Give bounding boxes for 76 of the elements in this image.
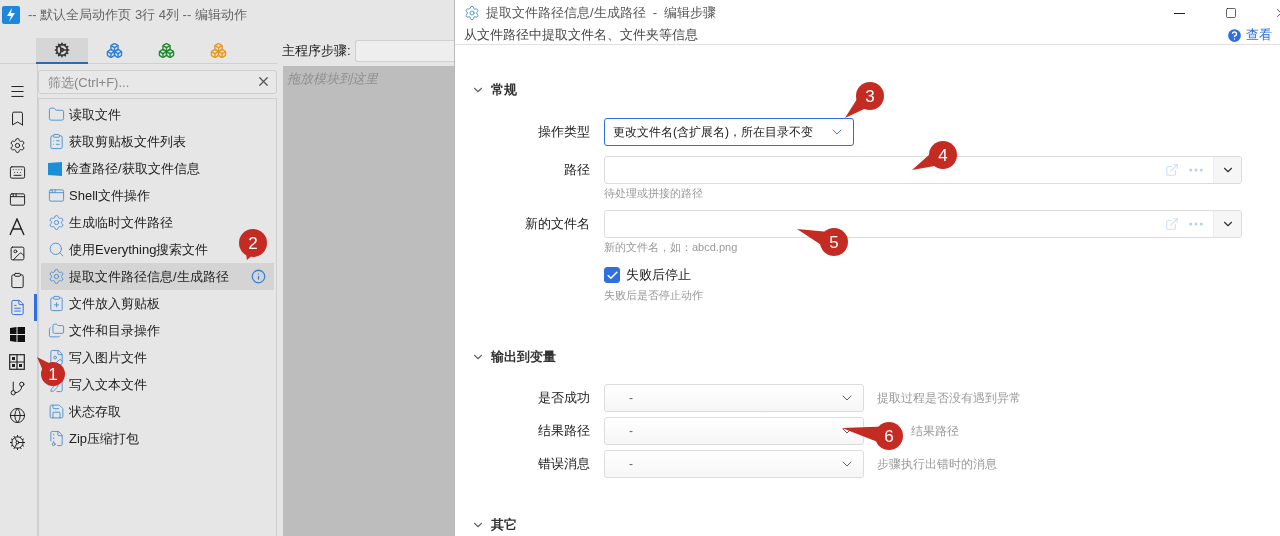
field-label: 结果路径 — [537, 422, 591, 440]
clear-icon[interactable] — [256, 74, 271, 89]
section-header[interactable]: 输出到变量 — [471, 344, 556, 370]
window-title: -- 默认全局动作页 3行 4列 -- 编辑动作 — [28, 6, 247, 24]
steps-label: 主程序步骤: — [282, 42, 351, 60]
field-hint: 失败后是否停止动作 — [604, 288, 703, 303]
field-label: 操作类型 — [537, 123, 591, 141]
menu-icon — [8, 83, 26, 100]
variable-select[interactable]: - — [604, 450, 864, 478]
settings-icon — [48, 214, 65, 231]
field-hint: 提取过程是否没有遇到异常 — [877, 390, 1021, 407]
module-item[interactable]: Shell文件操作 — [69, 186, 150, 205]
maximize-icon — [1225, 7, 1237, 19]
module-item[interactable]: 读取文件 — [69, 105, 121, 124]
clipboard-plus-icon — [48, 295, 65, 312]
checkbox[interactable] — [604, 267, 620, 283]
clipboard-icon — [8, 272, 26, 289]
module-item[interactable]: 提取文件路径信息/生成路径 — [41, 263, 274, 290]
search-icon — [48, 241, 65, 258]
callout-marker: 2 — [239, 229, 267, 260]
app-logo-icon — [2, 6, 20, 24]
archive-file-icon — [48, 430, 65, 447]
field-hint: 结果路径 — [911, 423, 959, 440]
keyboard-icon — [8, 164, 26, 181]
document-icon — [8, 299, 26, 316]
variable-select[interactable]: - — [604, 417, 864, 445]
branch-icon — [8, 380, 26, 397]
variable-select[interactable]: - — [604, 384, 864, 412]
module-item[interactable]: 状态存取 — [69, 402, 121, 421]
help-icon — [1226, 26, 1243, 44]
clipboard-list-icon — [48, 133, 65, 150]
module-item[interactable]: 写入图片文件 — [69, 348, 147, 367]
tile-icon — [48, 161, 62, 176]
minimize-icon — [1173, 12, 1185, 14]
settings-icon — [464, 5, 480, 21]
settings-icon — [48, 268, 65, 285]
image-icon — [8, 245, 26, 262]
globe-icon — [8, 407, 26, 424]
module-item[interactable]: 写入文本文件 — [69, 375, 147, 394]
help-link[interactable]: 查看 — [1226, 26, 1272, 44]
field-label: 错误消息 — [537, 455, 591, 473]
dialog-subtitle: 从文件路径中提取文件名、文件夹等信息 — [464, 26, 698, 44]
dialog-title: 提取文件路径信息/生成路径 - 编辑步骤 — [486, 4, 717, 22]
module-item[interactable]: Zip压缩打包 — [69, 429, 140, 448]
section-header[interactable]: 其它 — [471, 512, 517, 536]
category-tab[interactable] — [36, 38, 88, 64]
stop-on-failure-checkbox[interactable]: 失败后停止 — [604, 264, 703, 286]
field-label: 是否成功 — [537, 389, 591, 407]
field-label: 新的文件名 — [524, 215, 591, 233]
tiles-icon — [9, 327, 25, 342]
section-header[interactable]: 常规 — [471, 77, 517, 103]
module-item[interactable]: 使用Everything搜索文件 — [69, 240, 209, 259]
module-item[interactable]: 生成临时文件路径 — [69, 213, 173, 232]
module-item[interactable]: 文件和目录操作 — [69, 321, 160, 340]
save-icon — [48, 403, 65, 420]
folders-icon — [48, 322, 65, 339]
cog-icon — [8, 434, 26, 451]
steps-field[interactable] — [354, 40, 455, 62]
info-icon[interactable] — [251, 269, 266, 284]
folder-icon — [48, 106, 65, 123]
settings-icon — [8, 137, 26, 154]
field-hint: 待处理或拼接的路径 — [604, 186, 703, 201]
module-item[interactable]: 检查路径/获取文件信息 — [66, 159, 200, 178]
check-icon — [605, 268, 619, 282]
image-file-icon — [48, 349, 65, 366]
grid-icon — [9, 353, 25, 370]
field-hint: 新的文件名，如：abcd.png — [604, 240, 738, 255]
module-item[interactable]: 获取剪贴板文件列表 — [69, 132, 186, 151]
operation-select[interactable]: 更改文件名(含扩展名)，所在目录不变 — [604, 118, 854, 146]
window-icon — [48, 187, 65, 204]
module-item[interactable]: 文件放入剪贴板 — [69, 294, 160, 313]
filter-field[interactable]: 筛选(Ctrl+F)... — [38, 70, 277, 94]
field-hint: 步骤执行出错时的消息 — [877, 456, 997, 473]
window-icon — [8, 191, 26, 208]
field-label: 路径 — [563, 161, 591, 179]
letter-a-icon — [9, 217, 25, 236]
